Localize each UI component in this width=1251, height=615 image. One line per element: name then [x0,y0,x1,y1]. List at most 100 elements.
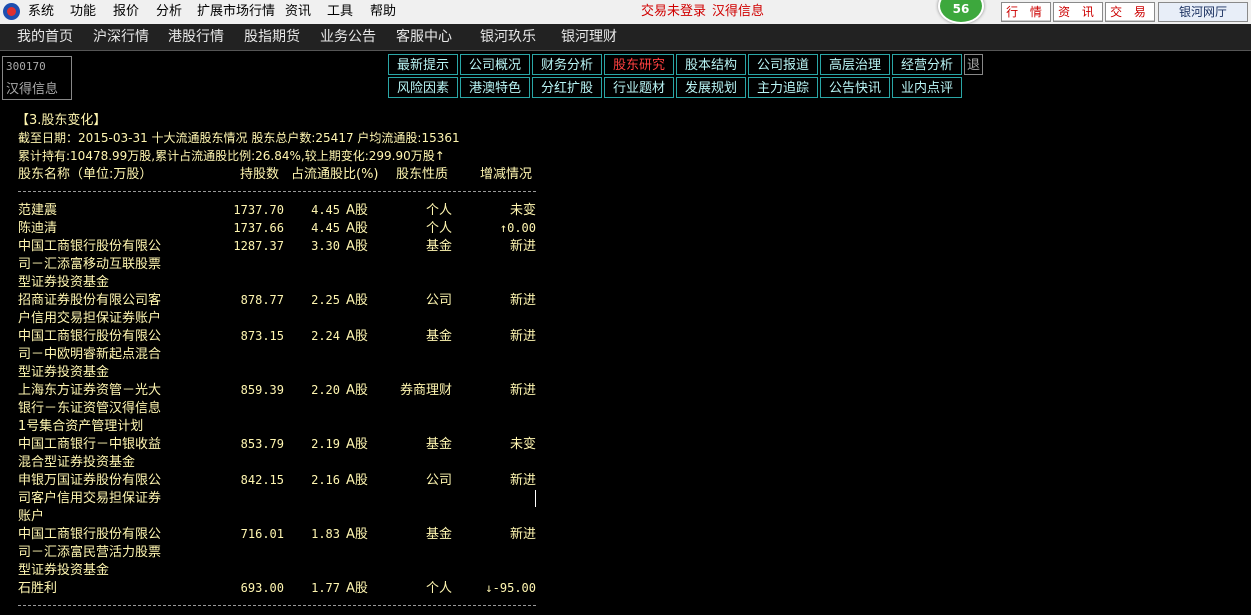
quote-button[interactable]: 行 情 [1001,2,1051,22]
nav-home[interactable]: 我的首页 [17,27,73,47]
menu-info[interactable]: 资讯 [285,3,311,20]
nav-shsz-market[interactable]: 沪深行情 [93,27,149,47]
shares-value: 1737.70 [233,203,284,217]
share-type: A股 [346,473,368,488]
tab-share-structure[interactable]: 股本结构 [676,54,746,75]
change-value: ↑0.00 [499,221,536,235]
menu-quote[interactable]: 报价 [113,3,139,20]
ratio-value: 2.16 [311,473,340,487]
menu-system[interactable]: 系统 [28,3,54,20]
news-button[interactable]: 资 讯 [1053,2,1103,22]
shareholder-name: 司－汇添富民营活力股票 [18,545,162,560]
tab-financial-analysis[interactable]: 财务分析 [532,54,602,75]
holder-nature: 公司 [425,473,452,488]
holder-nature: 个人 [425,203,452,218]
share-type: A股 [346,329,368,344]
shareholder-name: 1号集合资产管理计划 [18,419,144,434]
change-value: 新进 [509,473,536,488]
nav-yinhe-jiule[interactable]: 银河玖乐 [480,27,536,47]
shareholder-name: 型证券投资基金 [18,563,110,578]
footer-divider [18,605,536,606]
app-logo-icon [3,3,20,20]
shares-value: 873.15 [240,329,284,343]
shareholder-name: 招商证券股份有限公司客 [18,293,162,308]
share-type: A股 [346,293,368,308]
shareholder-name: 型证券投资基金 [18,275,110,290]
shareholder-name: 混合型证券投资基金 [18,455,136,470]
shareholder-name: 范建震 [18,203,58,218]
holder-nature: 基金 [425,527,452,542]
holder-nature: 券商理财 [399,383,452,398]
up-arrow-icon: ↑ [434,149,445,163]
holder-nature: 公司 [425,293,452,308]
shareholder-name: 中国工商银行－中银收益 [18,437,162,452]
tab-exit[interactable]: 退 [964,54,983,75]
tab-hk-macau-features[interactable]: 港澳特色 [460,77,530,98]
notification-badge[interactable]: 56 [938,0,984,24]
online-hall-button[interactable]: 银河网厅 [1158,2,1248,22]
header-nature: 股东性质 [396,167,449,182]
menu-analysis[interactable]: 分析 [156,3,182,20]
tab-company-profile[interactable]: 公司概况 [460,54,530,75]
shareholder-name: 司客户信用交易担保证券 [18,491,162,506]
menu-bar: 系统 功能 报价 分析 扩展市场行情 资讯 工具 帮助 交易未登录 汉得信息 5… [0,0,1251,25]
shareholder-name: 账户 [18,509,45,524]
holder-nature: 基金 [425,329,452,344]
shareholder-name: 银行－东证资管汉得信息 [18,401,162,416]
ratio-value: 4.45 [311,203,340,217]
trade-button[interactable]: 交 易 [1105,2,1155,22]
header-divider [18,191,536,192]
change-value: 未变 [509,437,536,452]
shares-value: 693.00 [240,581,284,595]
menu-function[interactable]: 功能 [70,3,96,20]
menu-tools[interactable]: 工具 [327,3,353,20]
header-name: 股东名称（单位:万股） [18,167,153,182]
header-change: 增减情况 [480,167,533,182]
shareholder-name: 型证券投资基金 [18,365,110,380]
summary-line-2: 累计持有:10478.99万股,累计占流通股比例:26.84%,较上期变化:29… [18,148,445,165]
stock-code-box[interactable]: 300170 汉得信息 [2,56,72,100]
tab-shareholder-research[interactable]: 股东研究 [604,54,674,75]
ratio-value: 4.45 [311,221,340,235]
holder-nature: 基金 [425,239,452,254]
tab-risk-factors[interactable]: 风险因素 [388,77,458,98]
shareholder-name: 中国工商银行股份有限公 [18,329,162,344]
menu-extended-market[interactable]: 扩展市场行情 [197,3,275,20]
summary-line-2-text: 累计持有:10478.99万股,累计占流通股比例:26.84%,较上期变化:29… [18,149,435,163]
current-stock-name: 汉得信息 [712,4,765,19]
nav-bar: 我的首页 沪深行情 港股行情 股指期货 业务公告 客服中心 银河玖乐 银河理财 [0,24,1251,51]
tab-main-force-tracking[interactable]: 主力追踪 [748,77,818,98]
nav-hk-market[interactable]: 港股行情 [168,27,224,47]
nav-yinhe-finance[interactable]: 银河理财 [561,27,617,47]
tab-governance[interactable]: 高层治理 [820,54,890,75]
tab-development-plan[interactable]: 发展规划 [676,77,746,98]
trade-login-status: 交易未登录 [641,4,707,19]
shares-value: 853.79 [240,437,284,451]
nav-customer-service[interactable]: 客服中心 [396,27,452,47]
tab-industry-themes[interactable]: 行业题材 [604,77,674,98]
ratio-value: 1.83 [311,527,340,541]
nav-index-futures[interactable]: 股指期货 [244,27,300,47]
shareholder-name: 上海东方证券资管－光大 [18,383,162,398]
holder-nature: 基金 [425,437,452,452]
shares-value: 878.77 [240,293,284,307]
share-type: A股 [346,383,368,398]
ratio-value: 2.24 [311,329,340,343]
tab-latest-tips[interactable]: 最新提示 [388,54,458,75]
tab-dividends[interactable]: 分红扩股 [532,77,602,98]
change-value: ↓-95.00 [485,581,536,595]
ratio-value: 2.19 [311,437,340,451]
shareholder-name: 司－汇添富移动互联股票 [18,257,162,272]
nav-announcements[interactable]: 业务公告 [320,27,376,47]
tab-company-news[interactable]: 公司报道 [748,54,818,75]
tab-announcement-flash[interactable]: 公告快讯 [820,77,890,98]
menu-help[interactable]: 帮助 [370,3,396,20]
ratio-value: 2.20 [311,383,340,397]
shareholder-name: 户信用交易担保证券账户 [18,311,162,326]
shares-value: 859.39 [240,383,284,397]
shareholder-name: 中国工商银行股份有限公 [18,239,162,254]
tab-industry-review[interactable]: 业内点评 [892,77,962,98]
change-value: 新进 [509,527,536,542]
ratio-value: 1.77 [311,581,340,595]
tab-operations-analysis[interactable]: 经营分析 [892,54,962,75]
